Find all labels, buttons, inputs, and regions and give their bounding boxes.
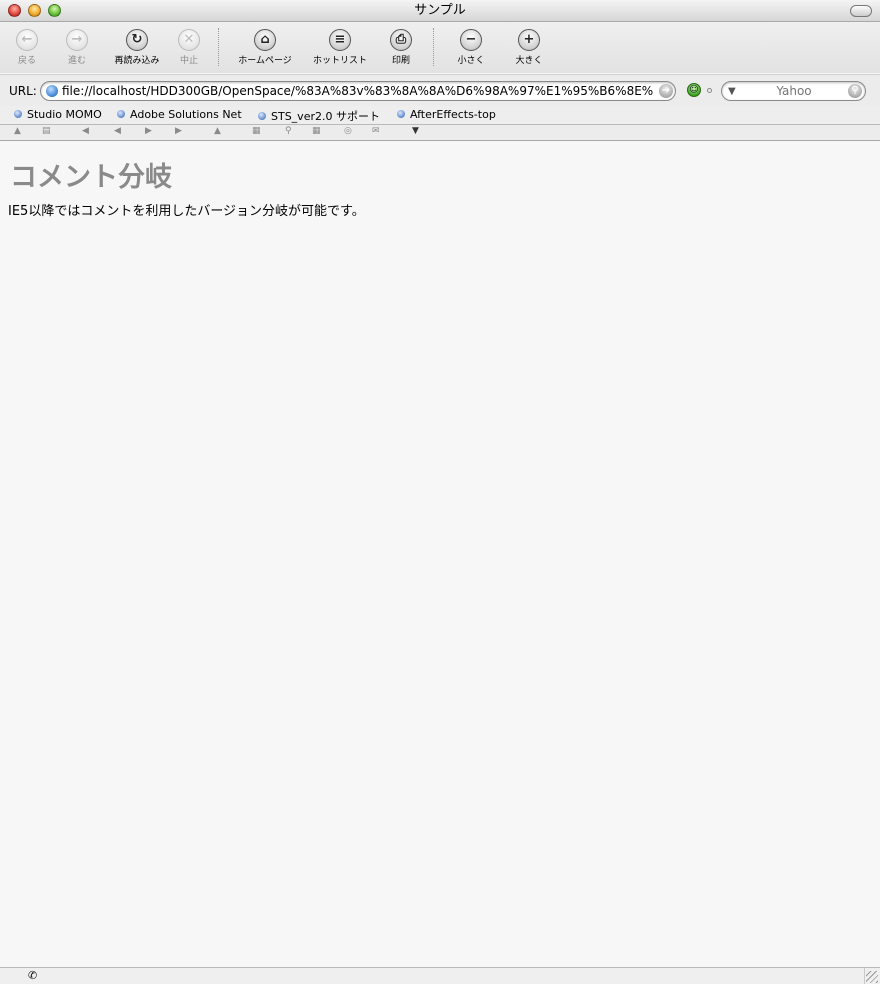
navigation-icon-bar: ▲ ▤ ◀ ◀ ▶ ▶ ▲ ▦ ⚲ ▦ ◎ ✉ ▼ [0,125,880,141]
search-field[interactable]: ▼ ⚲ [721,81,866,101]
bookmark-dot-icon [117,110,125,118]
back-label: 戻る [17,56,36,66]
go-arrow-icon[interactable]: ➔ [659,84,673,98]
favorite-label: Adobe Solutions Net [130,108,242,121]
text-smaller-button[interactable]: − 小さく [453,22,489,73]
toolbar-separator [433,28,434,66]
url-label: URL: [9,84,37,98]
bookmark-dot-icon [397,110,405,118]
stop-button[interactable]: ✕ 中止 [171,22,207,73]
hotlist-label: ホットリスト [312,56,367,66]
url-text[interactable]: file://localhost/HDD300GB/OpenSpace/%83A… [62,84,653,98]
search-engine-dropdown-icon[interactable]: ▼ [728,86,736,97]
status-bar: ✆ [0,967,880,984]
first-page-icon[interactable]: ◀ [82,126,89,136]
reload-icon: ↻ [126,29,148,51]
address-bar: URL: file://localhost/HDD300GB/OpenSpace… [0,74,880,107]
window-titlebar: サンプル [0,0,880,22]
page-heading: コメント分岐 [10,162,172,193]
reload-button[interactable]: ↻ 再読み込み [107,22,167,73]
back-arrow-icon: ← [16,29,38,51]
minus-icon: − [460,29,482,51]
stop-label: 中止 [179,56,198,66]
favorite-item[interactable]: Adobe Solutions Net [117,108,242,121]
favorite-item[interactable]: Studio MOMO [14,108,102,121]
chevron-down-icon[interactable]: ▼ [412,126,419,136]
search-input[interactable] [742,83,846,99]
hotlist-button[interactable]: ≡ ホットリスト [305,22,375,73]
forward-label: 進む [67,56,86,66]
window-title: サンプル [414,3,466,18]
globe-icon [46,85,58,97]
list-icon[interactable]: ▤ [42,126,51,136]
index-icon[interactable]: ▦ [252,126,261,136]
bookmark-dot-icon [14,110,22,118]
status-divider [864,968,865,984]
url-field[interactable]: file://localhost/HDD300GB/OpenSpace/%83A… [40,81,676,101]
favorite-label: STS_ver2.0 サポート [271,110,380,123]
zoom-window-button[interactable] [48,4,61,17]
home-icon: ⌂ [254,29,276,51]
list-icon: ≡ [329,29,351,51]
plus-icon: + [518,29,540,51]
printer-icon: ⎙ [390,29,412,51]
glossary-icon[interactable]: ▦ [312,126,321,136]
bookmark-dot-icon [258,112,266,120]
search-icon[interactable]: ⚲ [285,126,292,136]
print-button[interactable]: ⎙ 印刷 [383,22,419,73]
home-button[interactable]: ⌂ ホームページ [231,22,299,73]
home-icon[interactable]: ▲ [14,126,21,136]
toolbar-separator [218,28,219,66]
text-larger-label: 大きく [515,56,543,66]
favorite-label: AfterEffects-top [410,108,496,121]
print-label: 印刷 [391,56,410,66]
minimize-window-button[interactable] [28,4,41,17]
copyright-icon[interactable]: ◎ [344,126,352,136]
stop-x-icon: ✕ [178,29,200,51]
resize-grip-icon[interactable] [866,971,878,983]
text-smaller-label: 小さく [457,56,485,66]
forward-arrow-icon: → [66,29,88,51]
indicator-dot [707,88,712,93]
page-content: コメント分岐 IE5以降ではコメントを利用したバージョン分岐が可能です。 [0,141,880,967]
home-label: ホームページ [238,56,292,66]
toolbar-toggle-button[interactable] [850,5,872,17]
close-window-button[interactable] [8,4,21,17]
smiley-icon[interactable]: ☺ [687,83,701,97]
text-larger-button[interactable]: + 大きく [511,22,547,73]
favorite-item[interactable]: AfterEffects-top [397,108,496,121]
forward-button[interactable]: → 進む [59,22,95,73]
back-button[interactable]: ← 戻る [9,22,45,73]
search-icon[interactable]: ⚲ [848,84,862,98]
favorite-label: Studio MOMO [27,108,102,121]
up-icon[interactable]: ▲ [214,126,221,136]
favorites-bar: Studio MOMO Adobe Solutions Net STS_ver2… [0,106,880,125]
mail-icon[interactable]: ✉ [372,126,380,136]
last-page-icon[interactable]: ▶ [175,126,182,136]
toolbar: ← 戻る → 進む ↻ 再読み込み ✕ 中止 ⌂ ホームページ ≡ ホットリスト… [0,22,880,73]
favorite-item[interactable]: STS_ver2.0 サポート [258,108,380,124]
previous-icon[interactable]: ◀ [114,126,121,136]
phone-icon: ✆ [28,969,38,982]
reload-label: 再読み込み [114,56,160,66]
next-icon[interactable]: ▶ [145,126,152,136]
page-body-text: IE5以降ではコメントを利用したバージョン分岐が可能です。 [8,204,365,219]
